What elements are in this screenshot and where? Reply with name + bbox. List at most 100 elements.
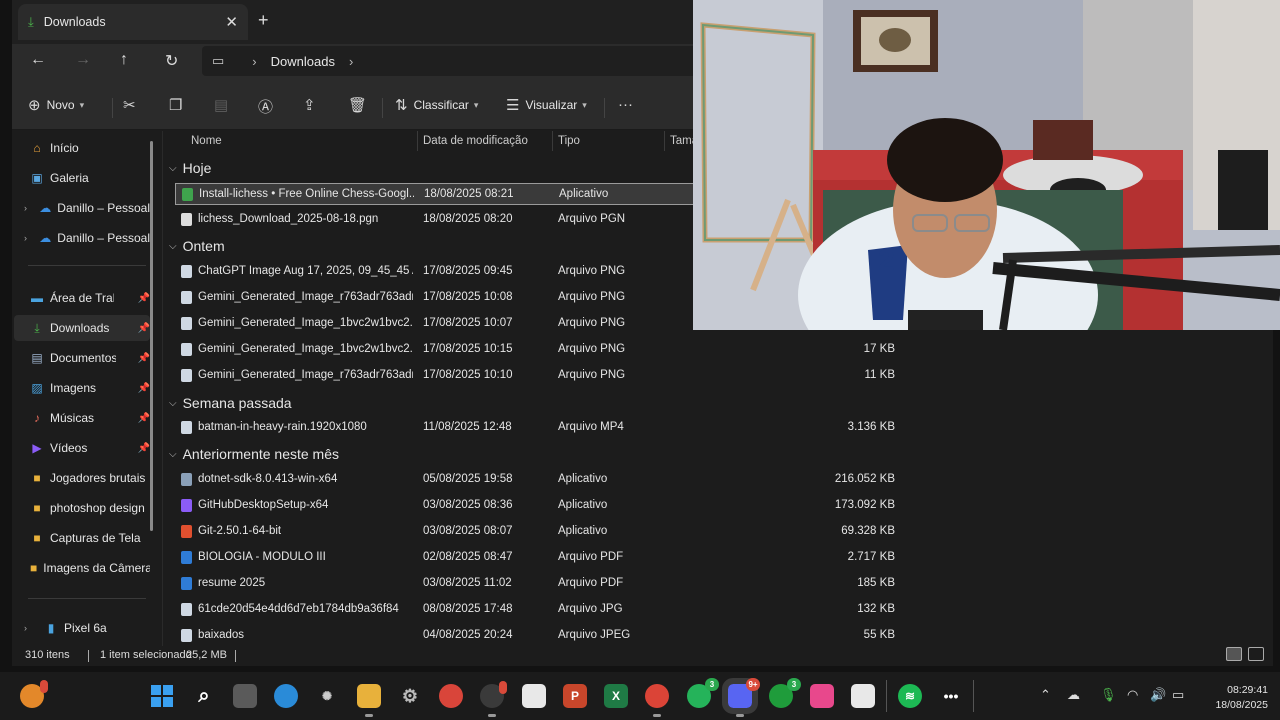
sidebar-item-phone[interactable]: › ▮ Pixel 6a — [14, 615, 150, 641]
discord-icon[interactable]: 9+ — [722, 678, 760, 714]
sidebar-scrollbar[interactable] — [150, 141, 153, 531]
spotify-icon[interactable]: ≋ — [898, 684, 922, 708]
sidebar-item-label: Galeria — [50, 171, 89, 185]
color-app-icon[interactable] — [439, 684, 463, 708]
chevron-up-icon[interactable]: ⌃ — [1040, 687, 1051, 703]
notepad-icon[interactable] — [851, 684, 875, 708]
group-header[interactable]: ⌵ Hoje — [169, 160, 211, 176]
share-icon[interactable]: ⇪ — [303, 96, 316, 114]
sidebar-item-folder[interactable]: ■ Jogadores brutais — [14, 465, 150, 491]
excel-icon[interactable]: X — [604, 684, 628, 708]
file-row[interactable]: BIOLOGIA - MÓDULO III 02/08/2025 08:47 Arq… — [175, 547, 895, 569]
file-row[interactable]: dotnet-sdk-8.0.413-win-x64 05/08/2025 19:… — [175, 469, 895, 491]
task-view-icon[interactable] — [233, 684, 257, 708]
breadcrumb-downloads[interactable]: Downloads — [271, 54, 335, 69]
details-view-icon[interactable] — [1226, 647, 1242, 661]
refresh-icon[interactable]: ↻ — [165, 51, 178, 71]
chevron-right-icon[interactable]: › — [24, 233, 33, 243]
document-icon[interactable] — [522, 684, 546, 708]
view-button[interactable]: ☰ Visualizar ▾ — [506, 96, 587, 114]
group-header[interactable]: ⌵ Anteriormente neste mês — [169, 446, 339, 462]
sidebar-item-folder[interactable]: ■ Imagens da Câmera — [14, 555, 150, 581]
file-name: GitHubDesktopSetup-x64 — [198, 499, 329, 511]
videos-icon: ▶ — [32, 441, 42, 455]
new-button[interactable]: ⊕ Novo ▾ — [28, 96, 84, 114]
settings-gear-icon[interactable]: ⚙ — [398, 684, 422, 708]
sidebar-item-home[interactable]: ⌂ Início — [14, 135, 150, 161]
file-row[interactable]: Gemini_Generated_Image_r763adr763adr... 1… — [175, 365, 895, 387]
creative-cloud-icon[interactable] — [810, 684, 834, 708]
sidebar-item-downloads[interactable]: ⤓ Downloads 📌 — [14, 315, 150, 341]
windows-start-icon[interactable] — [150, 684, 174, 708]
speaker-icon[interactable]: 🔊 — [1150, 687, 1166, 703]
sidebar-item-folder[interactable]: ■ Capturas de Tela — [14, 525, 150, 551]
column-divider[interactable] — [417, 131, 418, 151]
rename-icon[interactable]: Ⓐ — [258, 96, 273, 117]
file-date: 03/08/2025 08:36 — [423, 499, 513, 511]
paste-icon[interactable]: ▤ — [214, 96, 228, 114]
sidebar-item-gallery[interactable]: ▣ Galeria — [14, 165, 150, 191]
back-arrow-icon[interactable]: ← — [30, 51, 46, 69]
up-arrow-icon[interactable]: ↑ — [120, 51, 128, 69]
image-file-icon — [181, 317, 192, 330]
file-row[interactable]: baixados 04/08/2025 20:24 Arquivo JPEG 55 K… — [175, 625, 895, 647]
file-date: 17/08/2025 10:10 — [423, 369, 513, 381]
file-explorer-icon[interactable] — [357, 684, 381, 708]
address-field[interactable]: ▭ › Downloads › — [202, 46, 702, 76]
cut-icon[interactable]: ✂ — [123, 96, 136, 114]
wifi-icon[interactable]: ◠ — [1127, 687, 1138, 703]
group-header[interactable]: ⌵ Semana passada — [169, 395, 292, 411]
sidebar-item-onedrive[interactable]: › ☁ Danillo – Pessoal — [14, 195, 150, 221]
file-row[interactable]: GitHubDesktopSetup-x64 03/08/2025 08:36 Ap… — [175, 495, 895, 517]
close-tab-icon[interactable]: ✕ — [225, 13, 238, 31]
column-header-name[interactable]: Nome — [191, 131, 222, 151]
tab-downloads[interactable]: ⤓ Downloads ✕ — [18, 4, 248, 40]
weather-widget-icon[interactable] — [20, 680, 48, 708]
app-gear-icon[interactable]: ✺ — [315, 684, 339, 708]
sidebar-item-music[interactable]: ♪ Músicas 📌 — [14, 405, 150, 431]
powerpoint-icon[interactable]: P — [563, 684, 587, 708]
breadcrumb-chevron-icon[interactable]: › — [252, 54, 256, 69]
file-row[interactable]: Git-2.50.1-64-bit 03/08/2025 08:07 Aplicat… — [175, 521, 895, 543]
taskbar: ⌕ ✺ ⚙ P X 3 9+ 3 ≋ ••• ⌃ ☁ 🎙 ◠ 🔊 ▭ 08:29… — [0, 672, 1280, 720]
edge-browser-icon[interactable] — [274, 684, 298, 708]
xbox-icon[interactable]: 3 — [769, 678, 801, 708]
chrome-icon[interactable] — [645, 684, 669, 708]
column-divider[interactable] — [664, 131, 665, 151]
battery-icon[interactable]: ▭ — [1172, 687, 1184, 703]
sidebar-item-desktop[interactable]: ▬ Área de Trabalho 📌 — [14, 285, 150, 311]
more-apps-icon[interactable]: ••• — [939, 684, 963, 708]
image-file-icon — [181, 343, 192, 356]
sidebar-item-documents[interactable]: ▤ Documentos 📌 — [14, 345, 150, 371]
delete-icon[interactable]: 🗑 — [348, 96, 367, 114]
file-row[interactable]: batman-in-heavy-rain.1920x1080 11/08/2025… — [175, 417, 895, 439]
clock[interactable]: 08:29:41 18/08/2025 — [1196, 683, 1268, 713]
microphone-icon[interactable]: 🎙 — [1100, 687, 1117, 703]
file-row[interactable]: 61cde20d54e4dd6d7eb1784db9a36f84 08/08/20… — [175, 599, 895, 621]
forward-arrow-icon[interactable]: → — [75, 51, 91, 69]
copy-icon[interactable]: ❐ — [169, 96, 182, 114]
obs-icon[interactable] — [480, 681, 507, 708]
sidebar-item-pictures[interactable]: ▨ Imagens 📌 — [14, 375, 150, 401]
sidebar-item-onedrive[interactable]: › ☁ Danillo – Pessoal — [14, 225, 150, 251]
column-header-date[interactable]: Data de modificação — [423, 131, 528, 151]
column-divider[interactable] — [552, 131, 553, 151]
sidebar-item-folder[interactable]: ■ photoshop design — [14, 495, 150, 521]
chevron-right-icon[interactable]: › — [24, 623, 38, 633]
sort-button[interactable]: ⇅ Classificar ▾ — [395, 96, 478, 114]
file-date: 18/08/2025 08:20 — [423, 213, 513, 225]
file-row[interactable]: Gemini_Generated_Image_1bvc2w1bvc2... 17/… — [175, 339, 895, 361]
new-tab-button[interactable]: + — [258, 10, 269, 31]
tiles-view-icon[interactable] — [1248, 647, 1264, 661]
onedrive-cloud-icon[interactable]: ☁ — [1067, 687, 1080, 703]
chevron-right-icon[interactable]: › — [24, 203, 33, 213]
file-row[interactable]: resume 2025 03/08/2025 11:02 Arquivo PDF 18… — [175, 573, 895, 595]
breadcrumb-chevron-icon[interactable]: › — [349, 54, 353, 69]
column-header-type[interactable]: Tipo — [558, 131, 580, 151]
file-name: Install-lichess • Free Online Chess-Goog… — [199, 188, 414, 200]
group-header[interactable]: ⌵ Ontem — [169, 238, 225, 254]
whatsapp-icon[interactable]: 3 — [687, 678, 719, 708]
sidebar-item-videos[interactable]: ▶ Vídeos 📌 — [14, 435, 150, 461]
search-icon[interactable]: ⌕ — [192, 684, 216, 708]
more-options-icon[interactable]: ··· — [618, 96, 633, 113]
